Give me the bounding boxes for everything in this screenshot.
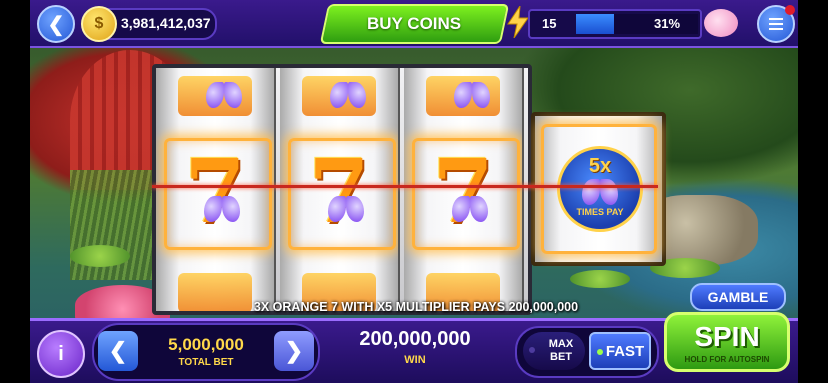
butterfly-icon bbox=[206, 82, 242, 110]
level-progress: 15 31% bbox=[528, 9, 702, 39]
decrease-bet-button[interactable]: ❮ bbox=[98, 331, 138, 371]
gamble-button[interactable]: GAMBLE bbox=[690, 283, 786, 311]
chevron-left-icon: ❮ bbox=[47, 13, 65, 36]
butterfly-icon bbox=[454, 82, 490, 110]
max-bet-button[interactable]: MAX BET bbox=[523, 332, 585, 370]
coin-balance-value: 3,981,412,037 bbox=[121, 15, 211, 31]
total-bet-value: 5,000,000 bbox=[168, 335, 244, 354]
butterfly-icon bbox=[330, 82, 366, 110]
right-letterbox bbox=[798, 0, 828, 383]
lightning-bolt-icon bbox=[507, 6, 529, 38]
reel-3: 7 bbox=[404, 68, 524, 311]
info-icon: i bbox=[58, 342, 64, 365]
left-letterbox bbox=[0, 0, 30, 383]
level-progress-percent: 31% bbox=[654, 16, 681, 31]
butterfly-icon bbox=[328, 196, 364, 224]
fast-indicator bbox=[597, 349, 603, 355]
winning-payline bbox=[152, 185, 658, 188]
win-amount: 200,000,000 bbox=[359, 328, 471, 350]
level-progress-track: 31% bbox=[576, 14, 698, 34]
buy-coins-button[interactable]: BUY COINS bbox=[319, 4, 510, 44]
win-label: WIN bbox=[404, 354, 426, 366]
reel-1: 7 bbox=[156, 68, 276, 311]
butterfly-icon bbox=[204, 196, 240, 224]
reel-2: 7 bbox=[280, 68, 400, 311]
increase-bet-button[interactable]: ❯ bbox=[274, 331, 314, 371]
speed-panel: MAX BET FAST bbox=[515, 326, 659, 378]
notification-dot bbox=[785, 5, 795, 15]
info-button[interactable]: i bbox=[37, 330, 85, 378]
fast-label: FAST bbox=[605, 342, 645, 360]
multiplier-caption: TIMES PAY bbox=[576, 207, 624, 217]
piggy-bank-icon[interactable] bbox=[704, 9, 738, 37]
menu-button[interactable] bbox=[757, 5, 795, 43]
slot-game-screen: ❮ $ 3,981,412,037 BUY COINS 15 31% 7 7 7… bbox=[0, 0, 828, 383]
coin-balance: $ 3,981,412,037 bbox=[81, 6, 217, 42]
lily-pad-decoration bbox=[70, 245, 130, 267]
buy-coins-label: BUY COINS bbox=[367, 14, 462, 33]
win-message: 3X ORANGE 7 WITH X5 MULTIPLIER PAYS 200,… bbox=[253, 300, 579, 314]
multiplier-value: 5x bbox=[588, 155, 612, 177]
back-button[interactable]: ❮ bbox=[37, 5, 75, 43]
lily-pad-decoration bbox=[570, 270, 630, 288]
butterfly-icon bbox=[452, 196, 488, 224]
total-bet-panel: ❮ 5,000,000 TOTAL BET ❯ bbox=[92, 323, 320, 381]
chevron-right-icon: ❯ bbox=[284, 338, 304, 363]
autospin-hint: HOLD FOR AUTOSPIN bbox=[684, 355, 770, 364]
max-bet-indicator bbox=[529, 347, 535, 353]
multiplier-reel: 5x TIMES PAY bbox=[531, 112, 666, 266]
fast-spin-toggle[interactable]: FAST bbox=[589, 332, 651, 370]
hamburger-menu-icon bbox=[769, 18, 783, 20]
coin-icon: $ bbox=[81, 6, 117, 42]
total-bet-label: TOTAL BET bbox=[178, 357, 234, 368]
chevron-left-icon: ❮ bbox=[108, 338, 128, 363]
reel-window: 7 7 7 bbox=[152, 64, 532, 315]
times-pay-badge: 5x TIMES PAY bbox=[557, 146, 643, 232]
level-progress-fill bbox=[576, 14, 614, 34]
butterfly-icon bbox=[582, 179, 618, 207]
level-number: 15 bbox=[542, 16, 557, 31]
spin-button[interactable]: SPIN HOLD FOR AUTOSPIN bbox=[664, 312, 790, 372]
max-bet-label: MAX BET bbox=[548, 338, 574, 363]
spin-label: SPIN bbox=[694, 321, 760, 352]
